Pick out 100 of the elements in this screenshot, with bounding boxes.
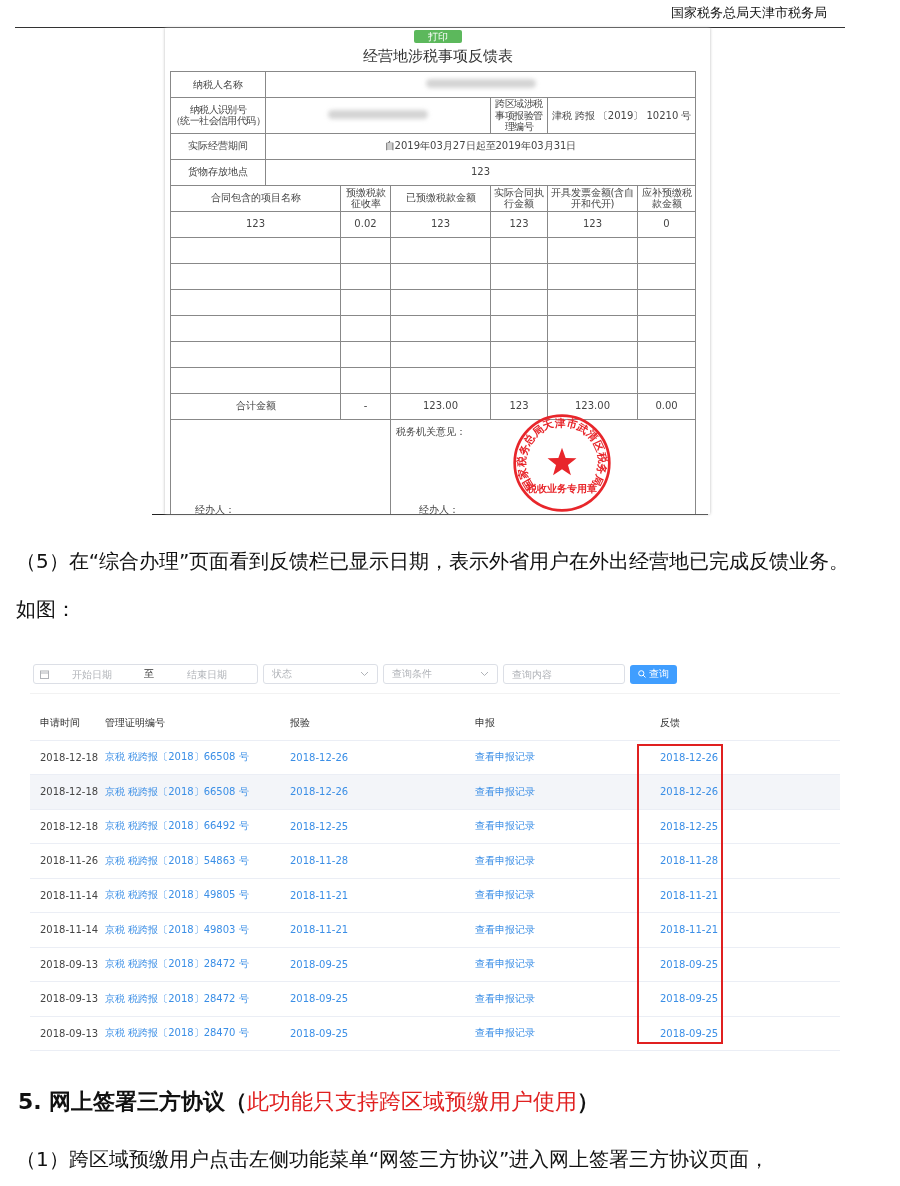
table-cell: 2018-09-13: [40, 993, 99, 1005]
date-link[interactable]: 2018-12-26: [660, 786, 719, 798]
table-cell: 123: [430, 218, 451, 230]
field-label: 跨区域涉税事项报验管理编号: [494, 98, 544, 133]
table-cell: 123: [582, 218, 603, 230]
table-cell: 0: [663, 218, 670, 230]
column-header: 反馈: [660, 715, 680, 730]
end-date-field[interactable]: 结束日期: [164, 668, 249, 680]
date-link[interactable]: 2018-12-25: [290, 820, 349, 832]
signer-label: 经办人：: [419, 503, 459, 514]
table-cell: 123: [509, 400, 529, 412]
certificate-link[interactable]: 京税 税跨报〔2018〕28470 号: [105, 1026, 249, 1041]
date-link[interactable]: 2018-12-26: [290, 751, 349, 763]
certificate-link[interactable]: 京税 税跨报〔2018〕28472 号: [105, 991, 249, 1006]
date-link[interactable]: 2018-11-28: [660, 855, 719, 867]
table-cell: 123.00: [575, 400, 610, 412]
field-label: 纳税人识别号: [189, 104, 247, 116]
field-label: 纳税人名称: [193, 78, 243, 91]
search-button[interactable]: 查询: [630, 664, 677, 684]
date-link[interactable]: 2018-11-21: [660, 924, 719, 936]
certificate-link[interactable]: 京税 税跨报〔2018〕49805 号: [105, 888, 249, 903]
column-header: 申请时间: [40, 715, 80, 730]
table-row[interactable]: 2018-11-14 京税 税跨报〔2018〕49803 号 2018-11-21 查看申报记录 2018-11-21: [30, 913, 840, 948]
table-cell: 2018-12-18: [40, 786, 99, 798]
column-header: 已预缴税款金额: [405, 192, 476, 204]
print-button[interactable]: 打印: [413, 30, 462, 43]
table-cell: 2018-11-26: [40, 855, 99, 867]
date-link[interactable]: 2018-12-26: [660, 751, 719, 763]
record-link[interactable]: 查看申报记录: [475, 1026, 535, 1041]
table-cell: 123: [245, 218, 266, 230]
date-link[interactable]: 2018-12-26: [290, 786, 349, 798]
column-header: 应补预缴税款金额: [640, 186, 693, 210]
chevron-down-icon: [480, 671, 489, 677]
opinion-label: 税务机关意见：: [396, 425, 466, 437]
table-row[interactable]: 2018-11-14 京税 税跨报〔2018〕49805 号 2018-11-21 查看申报记录 2018-11-21: [30, 878, 840, 913]
certificate-link[interactable]: 京税 税跨报〔2018〕28472 号: [105, 957, 249, 972]
record-link[interactable]: 查看申报记录: [475, 922, 535, 937]
date-link[interactable]: 2018-09-25: [660, 1027, 719, 1039]
date-link[interactable]: 2018-11-21: [290, 889, 349, 901]
column-header: 实际合同执行金额: [493, 186, 545, 210]
table-row[interactable]: 2018-09-13 京税 税跨报〔2018〕28470 号 2018-09-25 查看申报记录 2018-09-25: [30, 1016, 840, 1051]
chevron-down-icon: [360, 671, 369, 677]
table-cell: 2018-11-14: [40, 924, 99, 936]
record-link[interactable]: 查看申报记录: [475, 750, 535, 765]
column-header: 开具发票金额(含自开和代开): [549, 186, 636, 210]
record-link[interactable]: 查看申报记录: [475, 888, 535, 903]
date-link[interactable]: 2018-09-25: [290, 1027, 349, 1039]
date-link[interactable]: 2018-09-25: [290, 958, 349, 970]
field-label: 合计金额: [235, 400, 276, 412]
date-link[interactable]: 2018-09-25: [660, 958, 719, 970]
calendar-icon: [40, 669, 49, 679]
form-title: 经营地涉税事项反馈表: [362, 47, 513, 66]
date-link[interactable]: 2018-12-25: [660, 820, 719, 832]
column-header: 报验: [290, 715, 310, 730]
record-link[interactable]: 查看申报记录: [475, 957, 535, 972]
record-link[interactable]: 查看申报记录: [475, 819, 535, 834]
table-cell: 0.02: [354, 218, 377, 230]
table-row[interactable]: 2018-09-13 京税 税跨报〔2018〕28472 号 2018-09-25 查看申报记录 2018-09-25: [30, 947, 840, 982]
table-row[interactable]: 2018-12-18 京税 税跨报〔2018〕66508 号 2018-12-26 查看申报记录 2018-12-26: [30, 775, 840, 810]
table-cell: 123: [509, 218, 529, 230]
date-link[interactable]: 2018-11-28: [290, 855, 349, 867]
field-value: 自2019年03月27日起至2019年03月31日: [384, 140, 577, 152]
table-cell: 2018-11-14: [40, 889, 99, 901]
start-date-field[interactable]: 开始日期: [49, 668, 134, 680]
field-value: 津税 跨报 〔2019〕 10210 号: [551, 109, 692, 121]
column-header: 管理证明编号: [105, 715, 165, 730]
certificate-link[interactable]: 京税 税跨报〔2018〕49803 号: [105, 922, 249, 937]
table-cell: 2018-09-13: [40, 958, 99, 970]
date-range-field[interactable]: 开始日期 至 结束日期: [33, 664, 258, 684]
certificate-link[interactable]: 京税 税跨报〔2018〕54863 号: [105, 853, 249, 868]
certificate-link[interactable]: 京税 税跨报〔2018〕66492 号: [105, 819, 249, 834]
paragraph-text: （5）在“综合办理”页面看到反馈栏已显示日期，表示外省用户在外出经营地已完成反馈业务。如图：: [16, 548, 851, 623]
date-link[interactable]: 2018-11-21: [290, 924, 349, 936]
field-label: （统一社会信用代码）: [171, 115, 265, 127]
date-link[interactable]: 2018-09-25: [290, 993, 349, 1005]
paragraph-text: （1）跨区域预缴用户点击左侧功能菜单“网签三方协议”进入网上签署三方协议页面，: [16, 1146, 771, 1173]
range-separator: 至: [144, 667, 154, 681]
column-header: 预缴税款征收率: [344, 186, 387, 210]
record-link[interactable]: 查看申报记录: [475, 853, 535, 868]
column-header: 合同包含的项目名称: [210, 192, 301, 204]
search-field[interactable]: 查询内容: [503, 664, 625, 684]
field-value: 123: [470, 166, 491, 178]
section-heading: 5. 网上签署三方协议（此功能只支持跨区域预缴用户使用）: [18, 1088, 601, 1116]
dropdown-field[interactable]: 查询条件: [383, 664, 498, 684]
table-row[interactable]: 2018-12-18 京税 税跨报〔2018〕66492 号 2018-12-25 查看申报记录 2018-12-25: [30, 809, 840, 844]
field-label: 货物存放地点: [188, 166, 248, 178]
date-link[interactable]: 2018-11-21: [660, 889, 719, 901]
table-cell: 123.00: [423, 400, 458, 412]
table-row[interactable]: 2018-11-26 京税 税跨报〔2018〕54863 号 2018-11-28 查看申报记录 2018-11-28: [30, 844, 840, 879]
date-link[interactable]: 2018-09-25: [660, 993, 719, 1005]
signer-label: 经办人：: [195, 503, 235, 514]
certificate-link[interactable]: 京税 税跨报〔2018〕66508 号: [105, 784, 249, 799]
certificate-link[interactable]: 京税 税跨报〔2018〕66508 号: [105, 750, 249, 765]
search-icon: [638, 670, 646, 678]
table-cell: 2018-12-18: [40, 751, 99, 763]
table-row[interactable]: 2018-09-13 京税 税跨报〔2018〕28472 号 2018-09-25 查看申报记录 2018-09-25: [30, 982, 840, 1017]
record-link[interactable]: 查看申报记录: [475, 784, 535, 799]
dropdown-field[interactable]: 状态: [263, 664, 378, 684]
record-link[interactable]: 查看申报记录: [475, 991, 535, 1006]
field-label: 实际经营期间: [188, 140, 248, 152]
